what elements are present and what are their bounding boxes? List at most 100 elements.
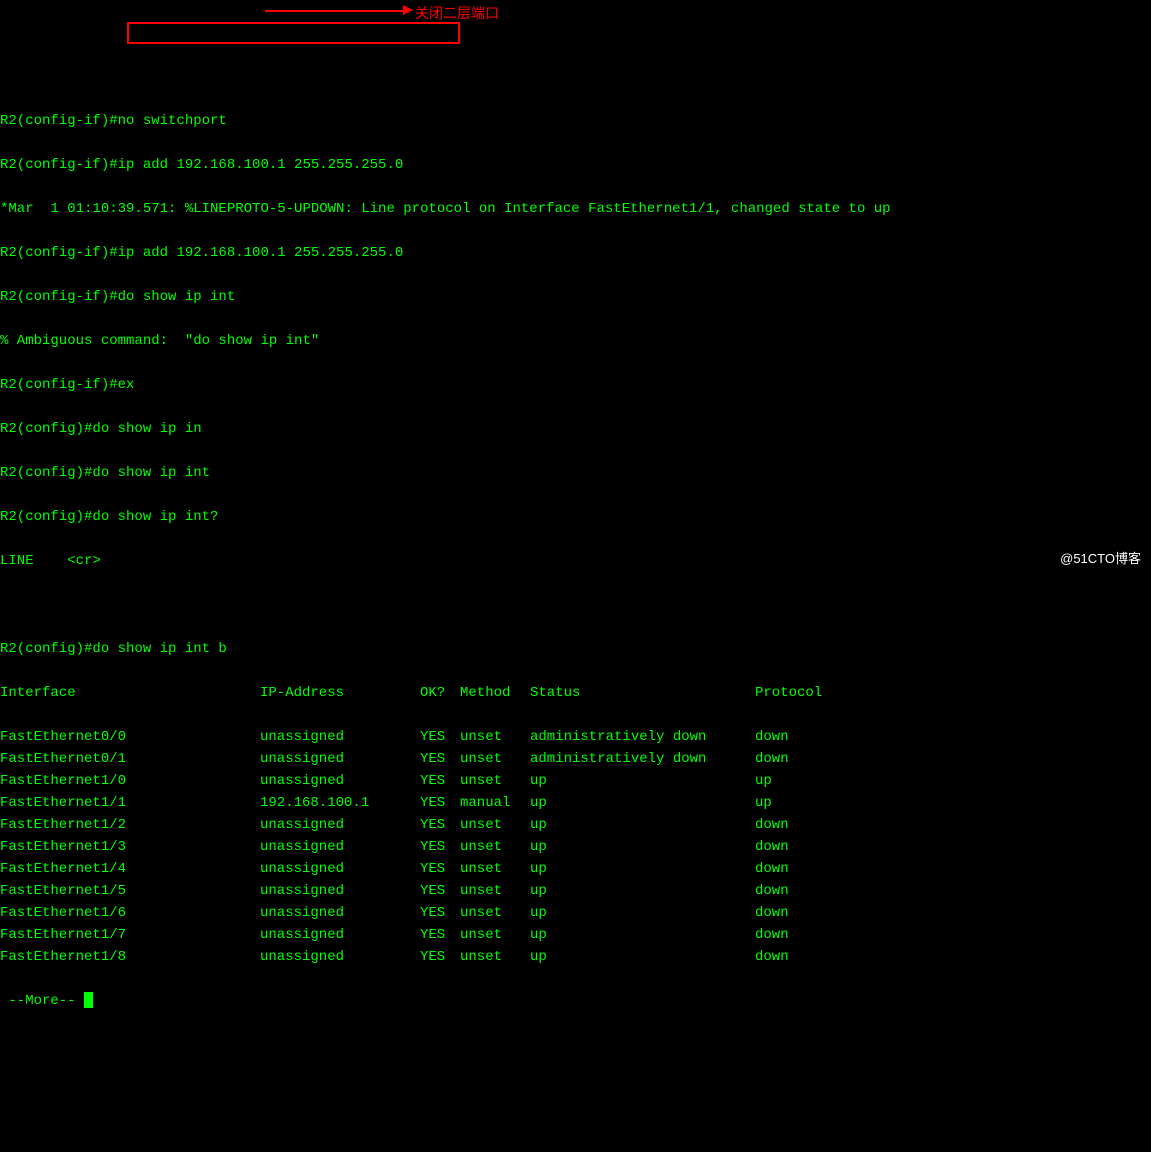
table-row: FastEthernet1/5unassignedYESunsetupdown: [0, 880, 1151, 902]
cell-protocol: up: [755, 773, 772, 789]
cell-method: unset: [460, 946, 530, 968]
cell-interface: FastEthernet1/1: [0, 792, 260, 814]
cell-ip: unassigned: [260, 836, 420, 858]
cell-protocol: down: [755, 751, 789, 767]
more-prompt[interactable]: --More--: [0, 990, 1151, 1012]
table-row: FastEthernet1/6unassignedYESunsetupdown: [0, 902, 1151, 924]
cell-method: manual: [460, 792, 530, 814]
cell-status: up: [530, 836, 755, 858]
cell-interface: FastEthernet1/2: [0, 814, 260, 836]
col-ok: OK?: [420, 682, 460, 704]
cursor: [84, 992, 93, 1008]
cell-ok: YES: [420, 836, 460, 858]
cell-ok: YES: [420, 902, 460, 924]
cell-protocol: down: [755, 861, 789, 877]
cell-ip: unassigned: [260, 924, 420, 946]
cell-interface: FastEthernet0/0: [0, 726, 260, 748]
cell-status: up: [530, 946, 755, 968]
annotation-label: 关闭二层端口: [415, 2, 499, 24]
col-interface: Interface: [0, 682, 260, 704]
cli-line: R2(config)#do show ip in: [0, 418, 1151, 440]
cell-ok: YES: [420, 770, 460, 792]
cell-status: up: [530, 814, 755, 836]
table-row: FastEthernet1/0unassignedYESunsetupup: [0, 770, 1151, 792]
cli-line: R2(config)#do show ip int: [0, 462, 1151, 484]
cli-line: R2(config-if)#ip add 192.168.100.1 255.2…: [0, 154, 1151, 176]
table-row: FastEthernet1/3unassignedYESunsetupdown: [0, 836, 1151, 858]
cell-interface: FastEthernet1/3: [0, 836, 260, 858]
cell-method: unset: [460, 924, 530, 946]
cli-line: R2(config)#do show ip int?: [0, 506, 1151, 528]
col-method: Method: [460, 682, 530, 704]
watermark: @51CTO博客: [1060, 548, 1141, 570]
cli-line: R2(config-if)#no switchport: [0, 110, 1151, 132]
cell-protocol: down: [755, 839, 789, 855]
cell-ip: unassigned: [260, 880, 420, 902]
cell-method: unset: [460, 880, 530, 902]
cell-protocol: down: [755, 949, 789, 965]
cell-method: unset: [460, 814, 530, 836]
cli-line: [0, 594, 1151, 616]
col-protocol: Protocol: [755, 685, 822, 701]
cell-ok: YES: [420, 748, 460, 770]
annotation-arrow-line: [265, 10, 403, 12]
cell-protocol: up: [755, 795, 772, 811]
cell-status: administratively down: [530, 726, 755, 748]
table-row: FastEthernet1/7unassignedYESunsetupdown: [0, 924, 1151, 946]
cell-ip: unassigned: [260, 814, 420, 836]
cell-status: up: [530, 770, 755, 792]
cli-line: R2(config)#do show ip int b: [0, 638, 1151, 660]
cell-interface: FastEthernet1/7: [0, 924, 260, 946]
cell-protocol: down: [755, 927, 789, 943]
cell-status: up: [530, 880, 755, 902]
cell-ok: YES: [420, 880, 460, 902]
cli-line: % Ambiguous command: "do show ip int": [0, 330, 1151, 352]
cell-ip: 192.168.100.1: [260, 792, 420, 814]
cell-ok: YES: [420, 814, 460, 836]
cell-interface: FastEthernet0/1: [0, 748, 260, 770]
cell-protocol: down: [755, 883, 789, 899]
cell-method: unset: [460, 770, 530, 792]
cell-interface: FastEthernet1/6: [0, 902, 260, 924]
annotation-highlight-box: [127, 22, 460, 44]
cell-status: up: [530, 924, 755, 946]
table-header-row: InterfaceIP-AddressOK?MethodStatusProtoc…: [0, 682, 1151, 704]
cell-method: unset: [460, 902, 530, 924]
terminal-output: R2(config-if)#no switchport R2(config-if…: [0, 88, 1151, 1034]
interface-table: FastEthernet0/0unassignedYESunsetadminis…: [0, 726, 1151, 968]
cell-method: unset: [460, 726, 530, 748]
col-status: Status: [530, 682, 755, 704]
table-row: FastEthernet1/1192.168.100.1YESmanualupu…: [0, 792, 1151, 814]
cli-line: LINE <cr>: [0, 550, 1151, 572]
cell-status: up: [530, 792, 755, 814]
cell-ip: unassigned: [260, 946, 420, 968]
cell-ip: unassigned: [260, 726, 420, 748]
cell-method: unset: [460, 858, 530, 880]
cell-status: up: [530, 902, 755, 924]
cell-ok: YES: [420, 792, 460, 814]
cell-interface: FastEthernet1/0: [0, 770, 260, 792]
cli-line: R2(config-if)#do show ip int: [0, 286, 1151, 308]
cell-protocol: down: [755, 729, 789, 745]
cell-ok: YES: [420, 924, 460, 946]
cell-interface: FastEthernet1/5: [0, 880, 260, 902]
cell-method: unset: [460, 748, 530, 770]
cli-line: *Mar 1 01:10:39.571: %LINEPROTO-5-UPDOWN…: [0, 198, 1151, 220]
cell-status: up: [530, 858, 755, 880]
cell-ok: YES: [420, 858, 460, 880]
table-row: FastEthernet0/0unassignedYESunsetadminis…: [0, 726, 1151, 748]
cell-interface: FastEthernet1/4: [0, 858, 260, 880]
table-row: FastEthernet1/8unassignedYESunsetupdown: [0, 946, 1151, 968]
cell-ip: unassigned: [260, 748, 420, 770]
table-row: FastEthernet0/1unassignedYESunsetadminis…: [0, 748, 1151, 770]
cell-ip: unassigned: [260, 770, 420, 792]
cell-ok: YES: [420, 726, 460, 748]
cell-protocol: down: [755, 817, 789, 833]
table-row: FastEthernet1/4unassignedYESunsetupdown: [0, 858, 1151, 880]
annotation-arrow-head: [403, 5, 413, 15]
table-row: FastEthernet1/2unassignedYESunsetupdown: [0, 814, 1151, 836]
col-ip: IP-Address: [260, 682, 420, 704]
cli-line: R2(config-if)#ex: [0, 374, 1151, 396]
cell-status: administratively down: [530, 748, 755, 770]
cli-line: R2(config-if)#ip add 192.168.100.1 255.2…: [0, 242, 1151, 264]
